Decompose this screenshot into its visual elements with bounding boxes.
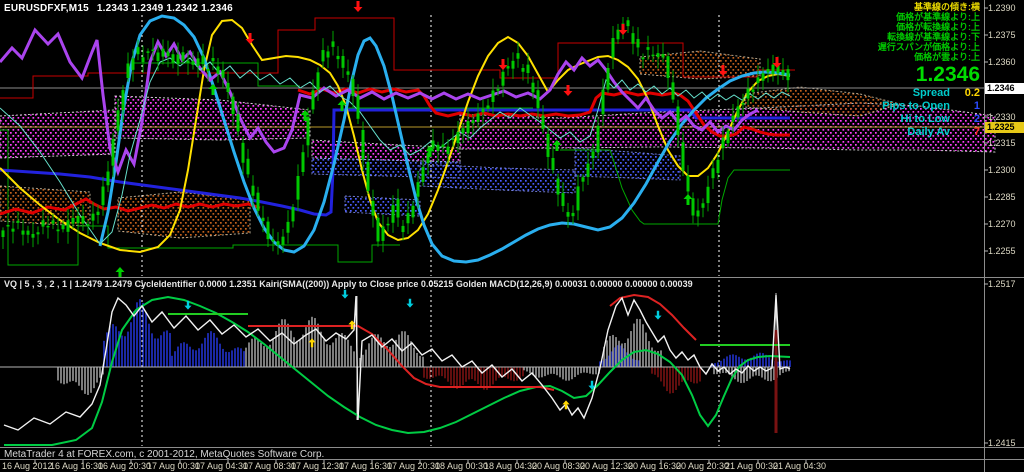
time-axis-label: 20 Aug 12:30 — [580, 461, 633, 471]
price-axis-label: 1.2315 — [988, 138, 1016, 148]
window-frame-lines — [0, 0, 1024, 472]
ichimoku-status-line: 遅行スパンが価格より:上 — [878, 42, 980, 52]
ohlc-values: 1.2343 1.2349 1.2342 1.2346 — [97, 3, 233, 14]
time-axis-label: 21 Aug 00:30 — [725, 461, 778, 471]
time-axis-label: 20 Aug 20:30 — [676, 461, 729, 471]
price-axis-label: 1.2285 — [988, 192, 1016, 202]
indicator-window-header: VQ | 5 , 3 , 2 , 1 | 1.2479 1.2479 Cycle… — [4, 279, 693, 289]
time-axis-label: 18 Aug 04:30 — [484, 461, 537, 471]
price-axis-label: 1.2517 — [988, 279, 1016, 289]
time-axis-label: 18 Aug 00:30 — [435, 461, 488, 471]
ichimoku-status-line: 価格が基準線より:上 — [878, 12, 980, 22]
level-price-badge: 1.2325 — [985, 122, 1024, 133]
sell-signal-arrow-icon — [564, 85, 573, 96]
time-axis-label: 17 Aug 20:30 — [387, 461, 440, 471]
time-axis-label: 16 Aug 16:30 — [50, 461, 103, 471]
ichimoku-status-lines: 基準線の傾き:横価格が基準線より:上価格が転換線より:上転換線が基準線より:下遅… — [878, 2, 980, 62]
buy-signal-arrow-icon — [684, 194, 693, 205]
time-axis-label: 17 Aug 04:30 — [195, 461, 248, 471]
chart-plot-area[interactable] — [0, 0, 1024, 472]
time-axis-label: 17 Aug 16:30 — [339, 461, 392, 471]
mt4-chart-window: EURUSDFXF,M15 1.2343 1.2349 1.2342 1.2346… — [0, 0, 1024, 472]
time-axis-label: 20 Aug 16:30 — [628, 461, 681, 471]
sell-signal-arrow-icon — [499, 59, 508, 70]
price-axis-label: 1.2375 — [988, 30, 1016, 40]
ichimoku-status-line: 転換線が基準線より:下 — [878, 32, 980, 42]
time-axis-label: 17 Aug 00:30 — [147, 461, 200, 471]
ichimoku-status-line: 価格が転換線より:上 — [878, 22, 980, 32]
time-axis-label: 16 Aug 2012 — [2, 461, 53, 471]
price-axis-label: 1.2390 — [988, 3, 1016, 13]
sell-signal-arrow-icon — [406, 299, 413, 308]
status-row-value: 0.2 — [950, 87, 980, 100]
sell-signal-arrow-icon — [341, 290, 348, 299]
ichimoku-status-panel: 基準線の傾き:横価格が基準線より:上価格が転換線より:上転換線が基準線より:下遅… — [878, 2, 980, 139]
price-axis-label: 1.2415 — [988, 438, 1016, 448]
ichimoku-cloud-orange — [118, 192, 250, 238]
chart-title: EURUSDFXF,M15 1.2343 1.2349 1.2342 1.2346 — [4, 3, 233, 14]
price-axis-label: 1.2360 — [988, 57, 1016, 67]
platform-watermark: MetaTrader 4 at FOREX.com, c 2001-2012, … — [4, 449, 324, 460]
sell-signal-arrow-icon — [654, 311, 661, 320]
current-price-display: 1.2346 — [878, 64, 980, 86]
time-axis-label: 20 Aug 08:30 — [532, 461, 585, 471]
bid-price-badge: 1.2346 — [985, 83, 1024, 94]
status-row-value: 7 — [950, 126, 980, 139]
status-row-label: Spread — [878, 87, 950, 100]
time-axis-label: 17 Aug 08:30 — [243, 461, 296, 471]
price-axis-label: 1.2300 — [988, 165, 1016, 175]
status-row-value: 2 — [950, 113, 980, 126]
ichimoku-cloud-magenta — [0, 110, 115, 158]
price-axis-label: 1.2255 — [988, 246, 1016, 256]
status-row-label: Pips to Open — [878, 100, 950, 113]
ichimoku-status-line: 価格が雲より:上 — [878, 52, 980, 62]
ichimoku-cloud-blue — [345, 196, 420, 216]
sell-signal-arrow-icon — [619, 24, 628, 35]
time-axis-label: 17 Aug 12:30 — [291, 461, 344, 471]
time-axis-label: 21 Aug 04:30 — [773, 461, 826, 471]
status-row-label: Hi to Low — [878, 113, 950, 126]
ichimoku-status-line: 基準線の傾き:横 — [878, 2, 980, 12]
spread-info-rows: Spread0.2Pips to Open1Hi to Low2Daily Av… — [878, 87, 980, 139]
price-axis-label: 1.2330 — [988, 112, 1016, 122]
indicator-subwindow-layer — [0, 280, 790, 446]
buy-signal-arrow-icon — [116, 267, 125, 278]
main-chart-layer — [0, 1, 995, 278]
time-axis-label: 16 Aug 20:30 — [98, 461, 151, 471]
status-row-label: Daily Av — [878, 126, 950, 139]
sell-signal-arrow-icon — [354, 1, 363, 12]
price-axis-label: 1.2270 — [988, 219, 1016, 229]
symbol-timeframe: EURUSDFXF,M15 — [4, 3, 89, 14]
status-row-value: 1 — [950, 100, 980, 113]
